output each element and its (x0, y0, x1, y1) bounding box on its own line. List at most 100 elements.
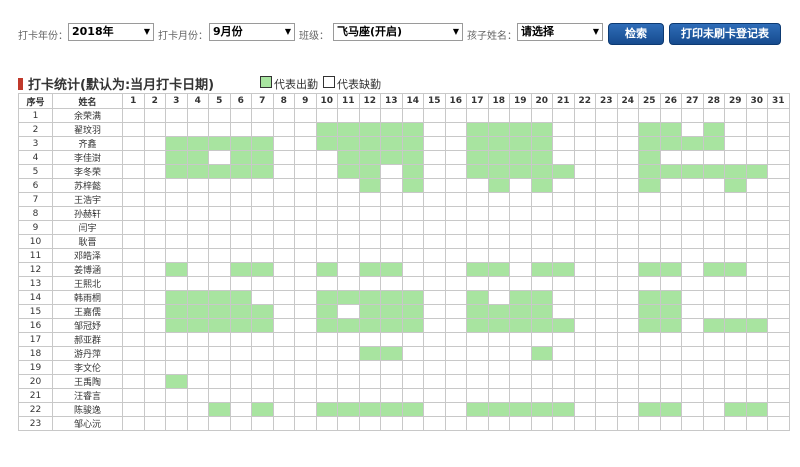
attendance-cell-absent (337, 374, 360, 389)
attendance-cell-present (724, 178, 747, 193)
attendance-cell-absent (767, 374, 790, 389)
attendance-cell-absent (294, 290, 317, 305)
attendance-cell-absent (294, 402, 317, 417)
attendance-cell-absent (208, 262, 231, 277)
attendance-cell-absent (702, 402, 725, 417)
year-select[interactable]: 2018年 ▼ (68, 23, 154, 41)
row-index: 9 (18, 220, 53, 235)
attendance-cell-absent (122, 220, 145, 235)
attendance-cell-absent (767, 206, 790, 221)
attendance-cell-absent (444, 192, 467, 207)
attendance-cell-absent (767, 290, 790, 305)
student-name: 李冬荣 (52, 164, 123, 179)
attendance-cell-absent (487, 206, 510, 221)
attendance-cell-present (681, 164, 704, 179)
attendance-cell-absent (638, 192, 661, 207)
attendance-cell-absent (358, 276, 381, 291)
attendance-cell-absent (745, 276, 768, 291)
attendance-cell-present (681, 136, 704, 151)
attendance-cell-present (401, 178, 424, 193)
table-row: 12 姜博涵 (18, 262, 790, 277)
student-name: 翟玟羽 (52, 122, 123, 137)
attendance-cell-absent (702, 304, 725, 319)
attendance-cell-absent (552, 150, 575, 165)
attendance-cell-absent (487, 234, 510, 249)
attendance-cell-absent (423, 332, 446, 347)
attendance-cell-absent (745, 290, 768, 305)
attendance-cell-absent (251, 192, 274, 207)
student-name: 邹冠妤 (52, 318, 123, 333)
attendance-cell-present (530, 346, 553, 361)
attendance-cell-absent (122, 276, 145, 291)
attendance-cell-absent (423, 276, 446, 291)
attendance-cell-absent (595, 248, 618, 263)
attendance-cell-absent (358, 374, 381, 389)
attendance-cell-present (229, 164, 252, 179)
attendance-cell-absent (337, 192, 360, 207)
attendance-cell-absent (444, 276, 467, 291)
attendance-cell-absent (143, 360, 166, 375)
attendance-cell-present (401, 122, 424, 137)
print-unswiped-button[interactable]: 打印未刷卡登记表 (669, 23, 781, 45)
attendance-cell-absent (272, 318, 295, 333)
attendance-cell-absent (122, 402, 145, 417)
attendance-cell-absent (616, 290, 639, 305)
attendance-cell-absent (530, 108, 553, 123)
attendance-cell-absent (552, 290, 575, 305)
attendance-cell-absent (745, 262, 768, 277)
attendance-cell-present (638, 164, 661, 179)
class-select[interactable]: 飞马座(开启) ▼ (333, 23, 463, 41)
table-row: 21 汪睿言 (18, 388, 790, 403)
table-row: 2 翟玟羽 (18, 122, 790, 137)
attendance-cell-absent (143, 234, 166, 249)
attendance-cell-absent (186, 234, 209, 249)
attendance-cell-absent (294, 108, 317, 123)
attendance-cell-absent (186, 192, 209, 207)
attendance-cell-absent (294, 136, 317, 151)
attendance-cell-absent (272, 178, 295, 193)
table-row: 8 孙赫轩 (18, 206, 790, 221)
attendance-cell-absent (767, 192, 790, 207)
month-select[interactable]: 9月份 ▼ (209, 23, 295, 41)
attendance-cell-absent (681, 248, 704, 263)
attendance-cell-absent (702, 178, 725, 193)
attendance-cell-absent (272, 220, 295, 235)
attendance-cell-present (186, 304, 209, 319)
attendance-cell-absent (122, 304, 145, 319)
attendance-cell-absent (659, 150, 682, 165)
attendance-cell-present (530, 318, 553, 333)
header-day: 16 (444, 93, 467, 109)
attendance-cell-present (466, 318, 489, 333)
attendance-cell-present (186, 150, 209, 165)
attendance-cell-present (509, 122, 532, 137)
attendance-cell-absent (294, 318, 317, 333)
attendance-cell-present (530, 164, 553, 179)
student-name: 李佳澍 (52, 150, 123, 165)
attendance-cell-absent (143, 416, 166, 431)
attendance-cell-absent (444, 402, 467, 417)
attendance-cell-absent (616, 234, 639, 249)
attendance-cell-present (509, 164, 532, 179)
attendance-cell-absent (423, 192, 446, 207)
child-select[interactable]: 请选择 ▼ (517, 23, 603, 41)
attendance-cell-absent (294, 374, 317, 389)
table-row: 18 游丹萍 (18, 346, 790, 361)
attendance-cell-absent (229, 122, 252, 137)
attendance-cell-absent (272, 164, 295, 179)
header-day: 11 (337, 93, 360, 109)
attendance-cell-absent (487, 332, 510, 347)
attendance-cell-absent (552, 416, 575, 431)
attendance-cell-absent (337, 234, 360, 249)
attendance-cell-absent (272, 122, 295, 137)
attendance-cell-absent (401, 360, 424, 375)
attendance-cell-present (315, 262, 338, 277)
attendance-cell-absent (165, 388, 188, 403)
attendance-cell-absent (272, 346, 295, 361)
attendance-cell-absent (659, 332, 682, 347)
search-button[interactable]: 检索 (608, 23, 664, 45)
attendance-cell-absent (208, 374, 231, 389)
attendance-cell-absent (681, 416, 704, 431)
attendance-cell-absent (229, 248, 252, 263)
attendance-cell-present (638, 318, 661, 333)
attendance-cell-absent (724, 374, 747, 389)
